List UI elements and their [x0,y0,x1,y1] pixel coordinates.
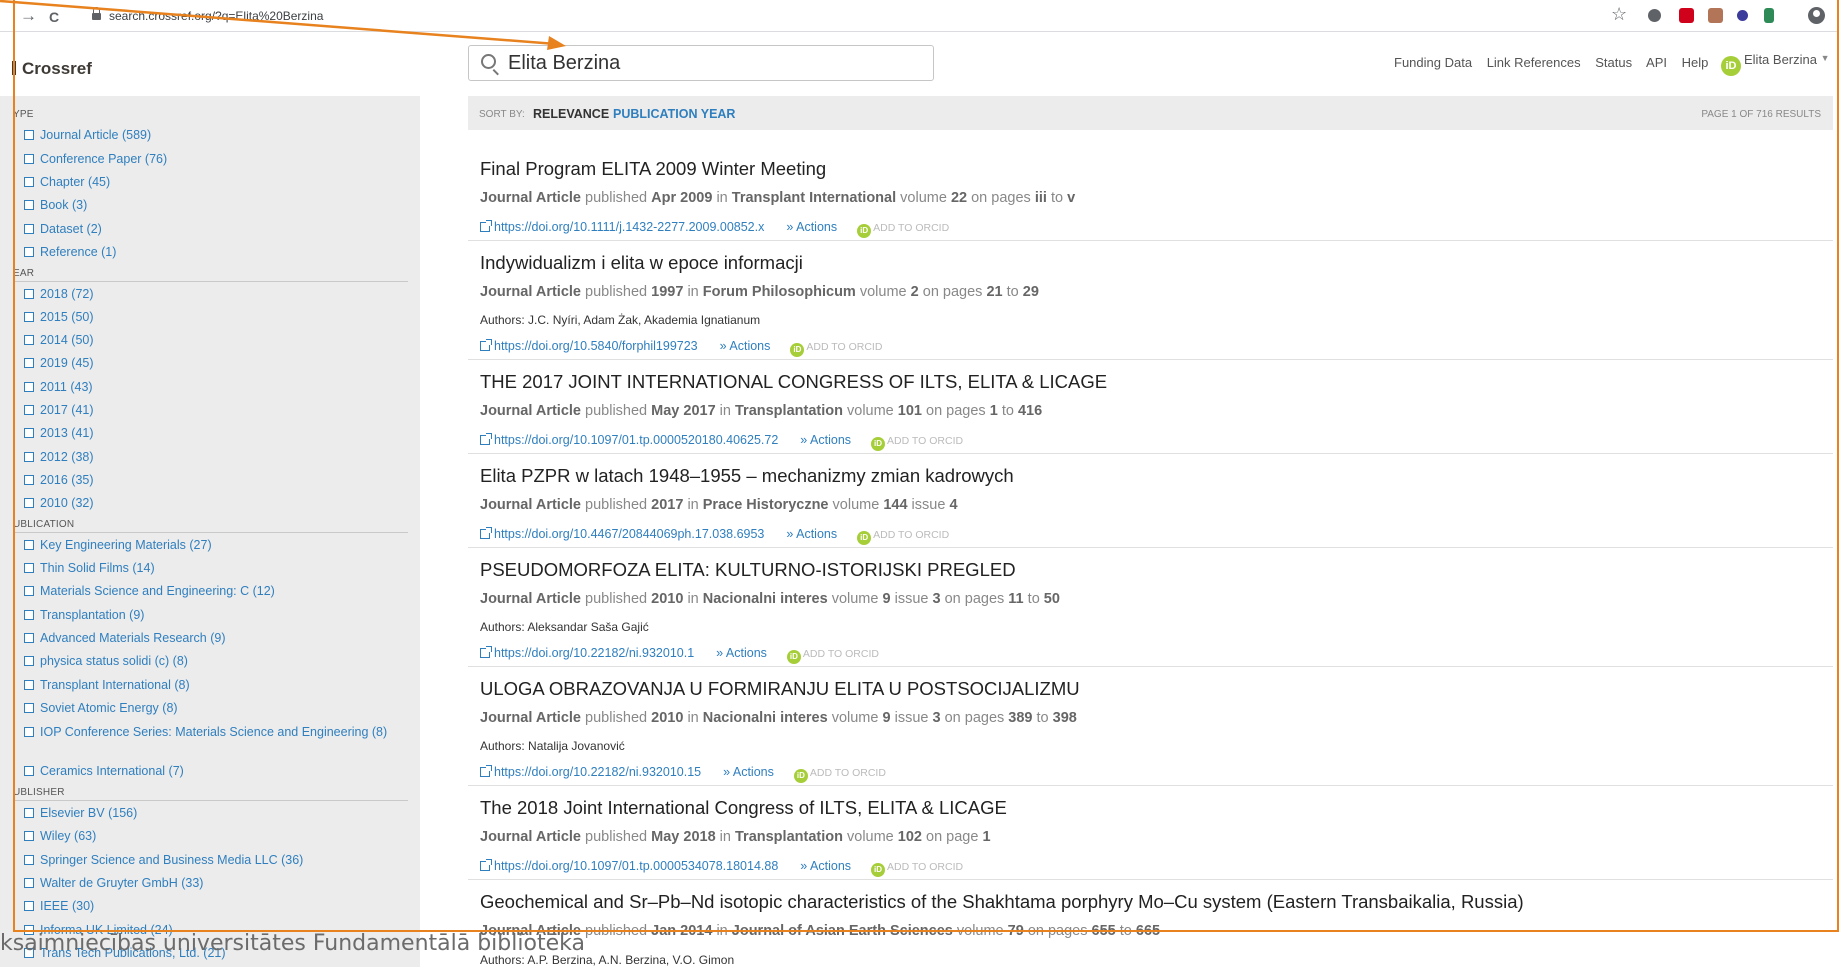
annotation-arrow [0,0,566,50]
watermark-text: ksaimniecības universitātes Fundamentālā… [0,931,585,956]
screen: → C search.crossref.org/?q=Elita%20Berzi… [0,0,1839,967]
